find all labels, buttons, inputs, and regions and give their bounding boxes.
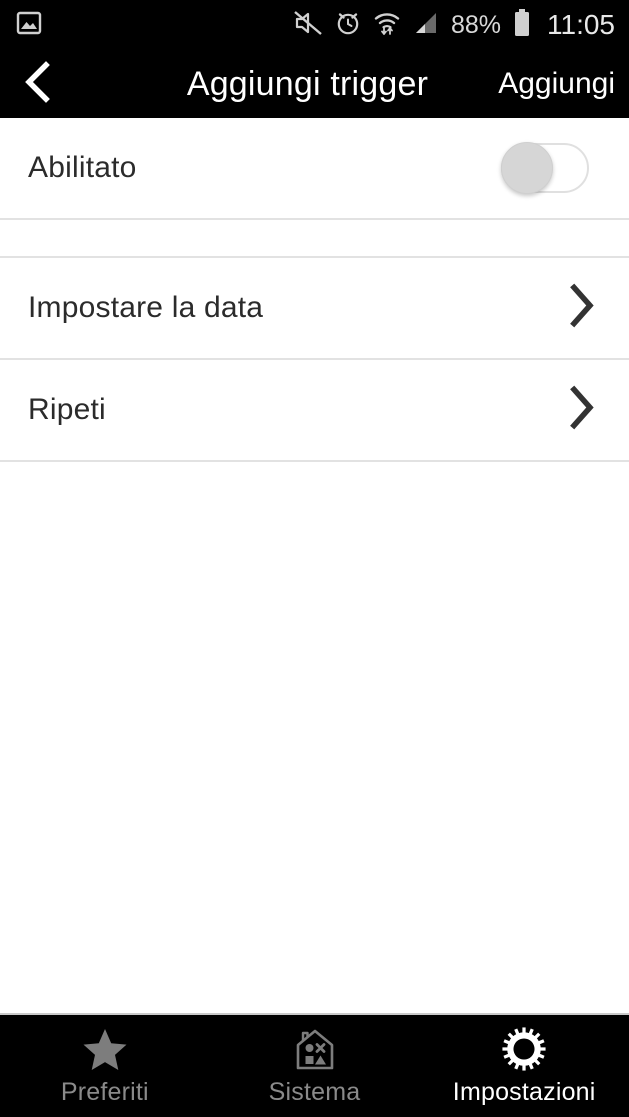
row-label-abilitato: Abilitato [28,151,137,184]
image-notification-icon [16,10,42,41]
row-abilitato[interactable]: Abilitato [0,118,629,218]
row-label-impostare-la-data: Impostare la data [28,291,264,324]
house-devices-icon [291,1026,339,1072]
gear-icon [500,1026,548,1072]
phone-screen: 88% 11:05 Aggiungi trigger Aggiungi Abil… [0,0,629,1117]
battery-icon [512,8,532,43]
tab-sistema[interactable]: Sistema [210,1015,420,1117]
tab-preferiti[interactable]: Preferiti [0,1015,210,1117]
chevron-right-icon [567,385,597,436]
abilitato-toggle[interactable] [501,142,589,194]
status-bar-clock: 11:05 [547,9,615,40]
star-icon [82,1026,128,1072]
tab-label-preferiti: Preferiti [60,1077,149,1106]
row-impostare-la-data[interactable]: Impostare la data [0,258,629,358]
alarm-clock-icon [334,9,362,42]
bottom-tab-bar: Preferiti Sistema Impostazioni [0,1013,629,1117]
battery-percent-label: 88% [450,10,501,39]
status-bar-left [0,10,42,41]
tab-label-sistema: Sistema [268,1077,361,1106]
add-button[interactable]: Aggiungi [498,50,615,118]
signal-bars-icon [412,10,440,41]
status-bar: 88% 11:05 [0,0,629,50]
content-area: Abilitato Impostare la data Ripeti [0,118,629,1020]
title-bar: Aggiungi trigger Aggiungi [0,50,629,118]
mute-icon [293,9,323,42]
section-spacer [0,220,629,256]
empty-area [0,462,629,1020]
status-bar-right: 88% 11:05 [293,0,615,50]
row-label-ripeti: Ripeti [28,393,106,426]
tab-impostazioni[interactable]: Impostazioni [419,1015,629,1117]
toggle-thumb [501,142,553,194]
chevron-right-icon [567,283,597,334]
row-ripeti[interactable]: Ripeti [0,360,629,460]
wifi-icon [373,9,401,42]
tab-label-impostazioni: Impostazioni [452,1077,596,1106]
